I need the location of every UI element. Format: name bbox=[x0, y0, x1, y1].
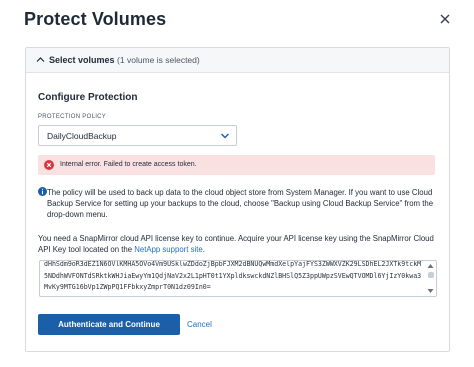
authenticate-and-continue-button[interactable]: Authenticate and Continue bbox=[38, 314, 180, 335]
license-key-textarea[interactable]: dHhSdm9oR3dEZ1N6OVlKMHA5OVo4Vm9USklwZDdo… bbox=[39, 260, 437, 297]
protection-policy-value: DailyCloudBackup bbox=[47, 131, 117, 141]
chevron-up-icon bbox=[36, 57, 45, 62]
scroll-up-icon[interactable] bbox=[427, 263, 434, 269]
license-text: You need a SnapMirror cloud API license … bbox=[38, 233, 436, 255]
scrollbar-thumb[interactable] bbox=[428, 272, 434, 278]
dialog-title: Protect Volumes bbox=[24, 9, 167, 29]
error-banner: Internal error. Failed to create access … bbox=[38, 155, 435, 175]
cancel-button[interactable]: Cancel bbox=[187, 320, 212, 329]
protection-policy-label: PROTECTION POLICY bbox=[38, 114, 107, 120]
license-text-start: You need a SnapMirror cloud API license … bbox=[38, 234, 434, 255]
close-icon[interactable] bbox=[436, 10, 454, 28]
dialog-header: Protect Volumes bbox=[24, 8, 454, 34]
license-key-value: dHhSdm9oR3dEZ1N6OVlKMHA5OVo4Vm9USklwZDdo… bbox=[44, 260, 422, 291]
section-subtitle: (1 volume is selected) bbox=[117, 55, 200, 65]
protection-policy-select[interactable]: DailyCloudBackup bbox=[38, 125, 237, 146]
license-note: You need a SnapMirror cloud API license … bbox=[38, 233, 438, 255]
netapp-support-link[interactable]: NetApp support site bbox=[134, 245, 202, 254]
scroll-down-icon[interactable] bbox=[427, 288, 434, 294]
error-icon bbox=[44, 160, 54, 170]
chevron-down-icon bbox=[221, 133, 229, 139]
error-message: Internal error. Failed to create access … bbox=[60, 161, 197, 168]
section-title: Select volumes (1 volume is selected) bbox=[49, 55, 200, 65]
info-icon bbox=[38, 187, 47, 196]
select-volumes-toggle[interactable]: Select volumes (1 volume is selected) bbox=[26, 48, 449, 73]
section-title-text: Select volumes bbox=[49, 55, 115, 65]
protect-volumes-dialog: Protect Volumes Select volumes (1 volume… bbox=[0, 0, 474, 367]
license-text-end: . bbox=[202, 245, 205, 255]
info-text: The policy will be used to back up data … bbox=[47, 188, 434, 220]
select-volumes-section: Select volumes (1 volume is selected) Co… bbox=[25, 47, 450, 352]
configure-protection-heading: Configure Protection bbox=[38, 92, 138, 103]
